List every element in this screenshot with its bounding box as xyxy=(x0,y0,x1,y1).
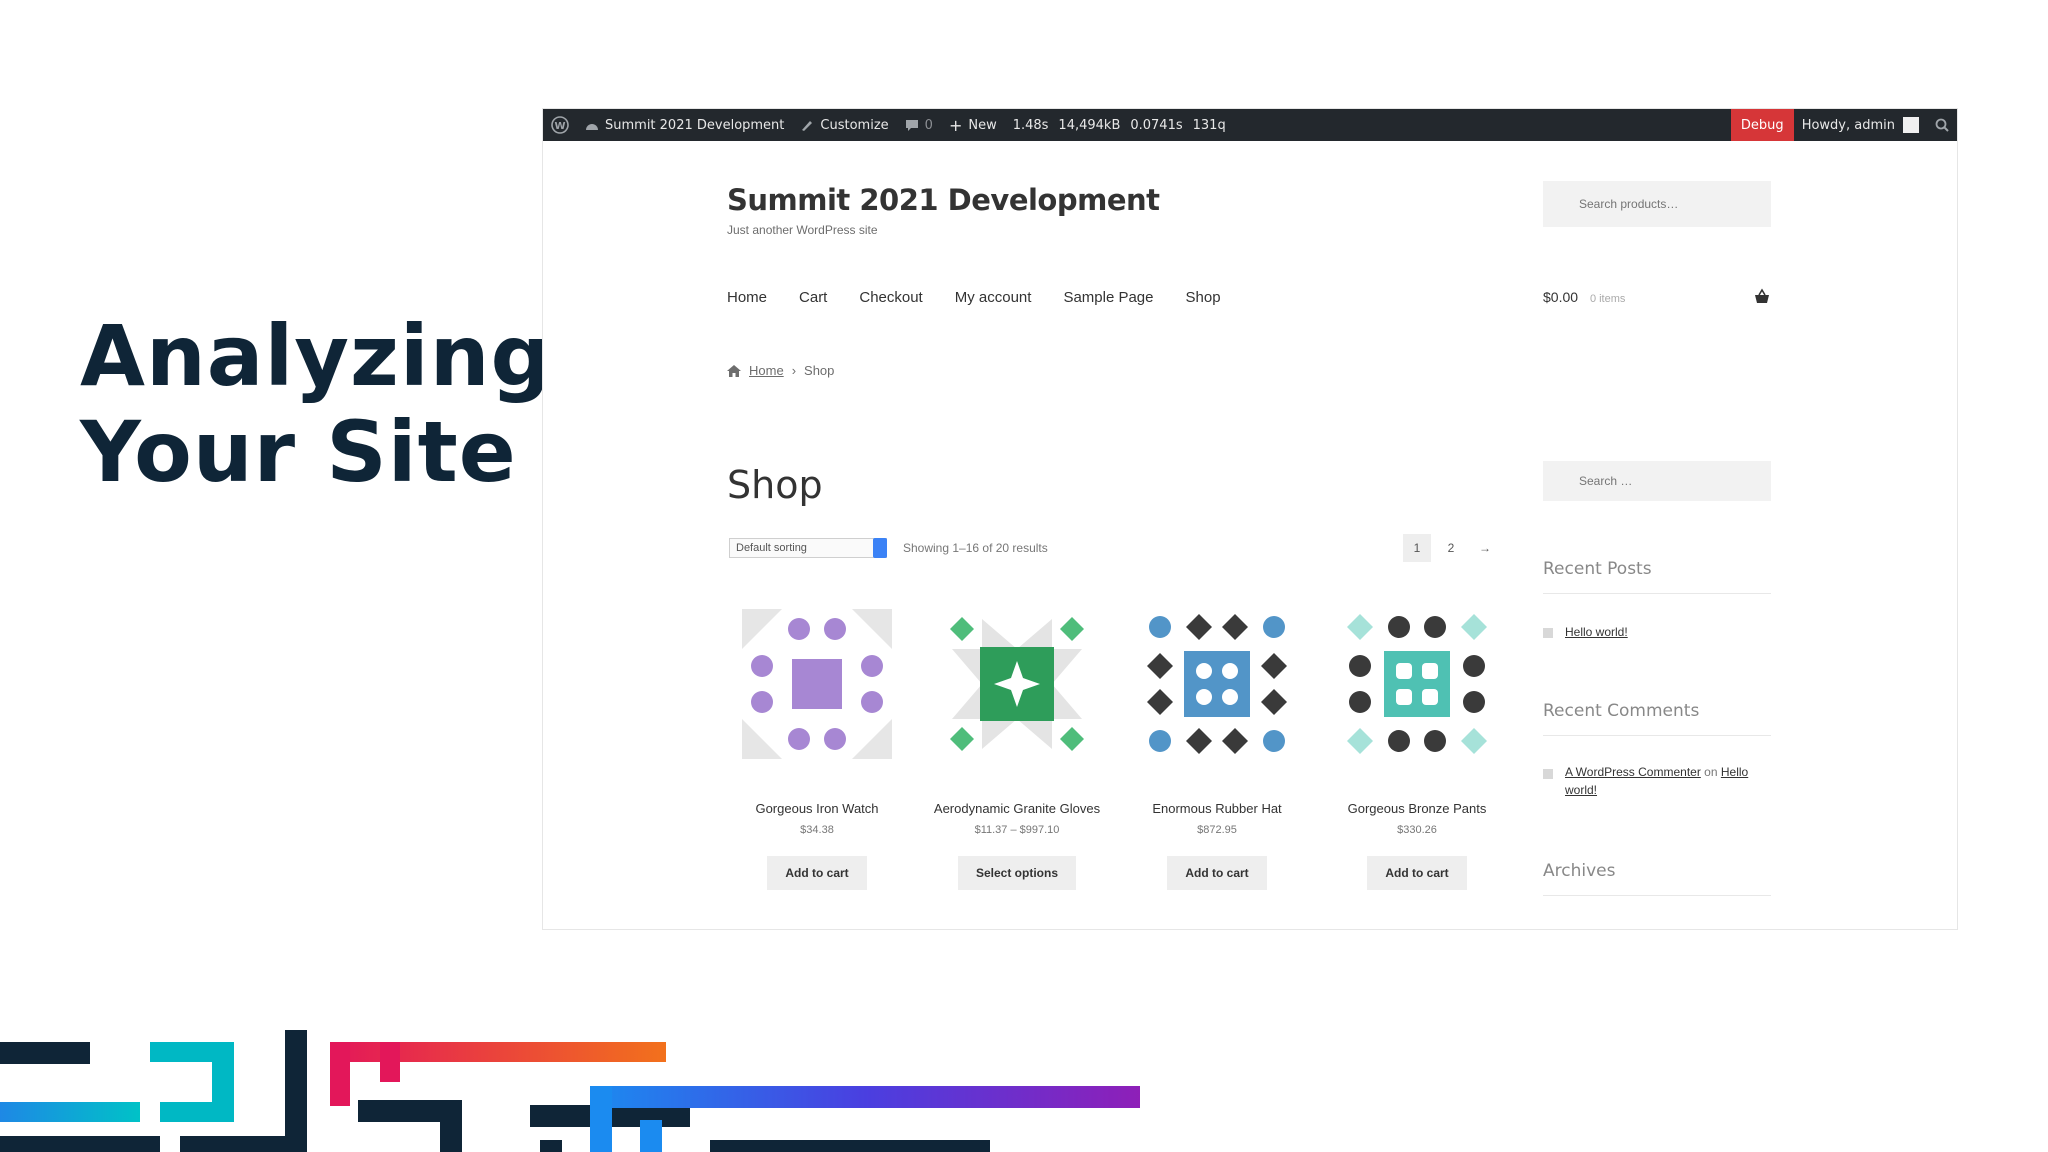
home-gauge-icon xyxy=(585,119,599,131)
avatar xyxy=(1903,117,1919,133)
breadcrumb: Home › Shop xyxy=(727,363,834,378)
slide-heading-line2: Your Site xyxy=(80,403,517,501)
product-name[interactable]: Aerodynamic Granite Gloves xyxy=(927,800,1107,818)
page-1[interactable]: 1 xyxy=(1403,534,1431,562)
comment-author-link[interactable]: A WordPress Commenter xyxy=(1565,765,1701,779)
stat-queries: 131q xyxy=(1192,117,1226,133)
brush-icon xyxy=(800,118,814,132)
page-next[interactable]: → xyxy=(1471,534,1499,562)
sort-select[interactable]: Default sorting xyxy=(729,538,887,558)
cart-item-count: 0 items xyxy=(1589,293,1626,305)
recent-comments-title: Recent Comments xyxy=(1543,701,1700,721)
site-description: Just another WordPress site xyxy=(727,223,878,237)
admin-bar-new[interactable]: + New xyxy=(941,109,1005,141)
admin-bar-site-name: Summit 2021 Development xyxy=(605,117,785,133)
breadcrumb-home[interactable]: Home xyxy=(749,363,784,378)
widget-divider xyxy=(1543,593,1771,594)
cart-total: $0.00 xyxy=(1543,289,1579,305)
result-count: Showing 1–16 of 20 results xyxy=(903,541,1048,555)
stat-time: 1.48s xyxy=(1012,117,1049,133)
widget-divider xyxy=(1543,735,1771,736)
admin-bar-customize[interactable]: Customize xyxy=(792,109,896,141)
admin-bar-search[interactable] xyxy=(1927,109,1957,141)
recent-posts-title: Recent Posts xyxy=(1543,559,1652,579)
document-icon xyxy=(1543,628,1553,638)
site-screenshot: W Summit 2021 Development Customize 0 + … xyxy=(542,108,1958,930)
brand-maze-graphic xyxy=(0,1030,1140,1152)
nav-item-checkout[interactable]: Checkout xyxy=(859,289,922,306)
nav-item-my-account[interactable]: My account xyxy=(955,289,1032,306)
sidebar-search-input[interactable] xyxy=(1543,461,1771,501)
product-card: Gorgeous Bronze Pants $330.26 Add to car… xyxy=(1327,609,1507,890)
product-price: $34.38 xyxy=(800,824,834,836)
add-to-cart-button[interactable]: Add to cart xyxy=(1167,856,1267,890)
nav-item-shop[interactable]: Shop xyxy=(1186,289,1221,306)
admin-bar-stats[interactable]: 1.48s 14,494kB 0.0741s 131q xyxy=(1005,109,1234,141)
comment-on-text: on xyxy=(1704,765,1718,779)
plus-icon: + xyxy=(948,115,963,135)
admin-bar-account[interactable]: Howdy, admin xyxy=(1794,109,1927,141)
home-icon xyxy=(727,364,741,377)
recent-comment: A WordPress Commenter on Hello world! xyxy=(1565,763,1775,799)
select-options-button[interactable]: Select options xyxy=(957,856,1076,890)
admin-bar-debug[interactable]: Debug xyxy=(1730,109,1794,141)
breadcrumb-separator: › xyxy=(791,363,797,378)
admin-bar-comments[interactable]: 0 xyxy=(897,109,941,141)
admin-bar-customize-label: Customize xyxy=(820,117,889,133)
site-title[interactable]: Summit 2021 Development xyxy=(727,183,1160,217)
comment-icon xyxy=(1543,769,1553,779)
search-icon xyxy=(1935,118,1949,132)
product-card: Gorgeous Iron Watch $34.38 Add to cart xyxy=(727,609,907,890)
product-image-gloves[interactable] xyxy=(942,609,1092,759)
product-image-pants[interactable] xyxy=(1342,609,1492,759)
product-name[interactable]: Gorgeous Bronze Pants xyxy=(1327,800,1507,818)
page-2[interactable]: 2 xyxy=(1437,534,1465,562)
pagination: 1 2 → xyxy=(1403,534,1499,562)
product-card: Aerodynamic Granite Gloves $11.37 – $997… xyxy=(927,609,1107,890)
widget-divider xyxy=(1543,895,1771,896)
recent-post-link[interactable]: Hello world! xyxy=(1565,623,1628,641)
admin-bar-site[interactable]: Summit 2021 Development xyxy=(577,109,792,141)
breadcrumb-current: Shop xyxy=(804,363,835,378)
wordpress-icon[interactable]: W xyxy=(543,109,577,141)
product-card: Enormous Rubber Hat $872.95 Add to cart xyxy=(1127,609,1307,890)
product-image-watch[interactable] xyxy=(742,609,892,759)
nav-item-home[interactable]: Home xyxy=(727,289,767,306)
chevron-down-icon xyxy=(873,538,887,558)
header-cart[interactable]: $0.00 0 items xyxy=(1543,289,1625,305)
admin-bar-comments-count: 0 xyxy=(924,117,933,133)
nav-item-sample-page[interactable]: Sample Page xyxy=(1063,289,1153,306)
product-image-hat[interactable] xyxy=(1142,609,1292,759)
admin-bar-new-label: New xyxy=(968,117,997,133)
product-price: $11.37 – $997.10 xyxy=(974,824,1060,836)
page-title: Shop xyxy=(727,463,823,507)
archives-title: Archives xyxy=(1543,861,1616,881)
primary-nav: Home Cart Checkout My account Sample Pag… xyxy=(727,289,1221,306)
svg-text:W: W xyxy=(554,121,565,132)
comment-bubble-icon xyxy=(905,118,919,132)
slide-heading: Analyzing Your Site xyxy=(80,308,552,500)
slide-heading-line1: Analyzing xyxy=(80,307,552,405)
stat-memory: 14,494kB xyxy=(1058,117,1121,133)
basket-icon[interactable] xyxy=(1753,288,1771,306)
product-price: $872.95 xyxy=(1197,824,1237,836)
product-name[interactable]: Enormous Rubber Hat xyxy=(1127,800,1307,818)
admin-bar-howdy: Howdy, admin xyxy=(1801,117,1895,133)
add-to-cart-button[interactable]: Add to cart xyxy=(1367,856,1467,890)
product-name[interactable]: Gorgeous Iron Watch xyxy=(727,800,907,818)
sort-selected-value: Default sorting xyxy=(736,542,807,554)
admin-bar: W Summit 2021 Development Customize 0 + … xyxy=(543,109,1957,141)
stat-query-time: 0.0741s xyxy=(1130,117,1183,133)
product-price: $330.26 xyxy=(1397,824,1437,836)
product-search-input[interactable] xyxy=(1543,181,1771,227)
add-to-cart-button[interactable]: Add to cart xyxy=(767,856,867,890)
nav-item-cart[interactable]: Cart xyxy=(799,289,827,306)
